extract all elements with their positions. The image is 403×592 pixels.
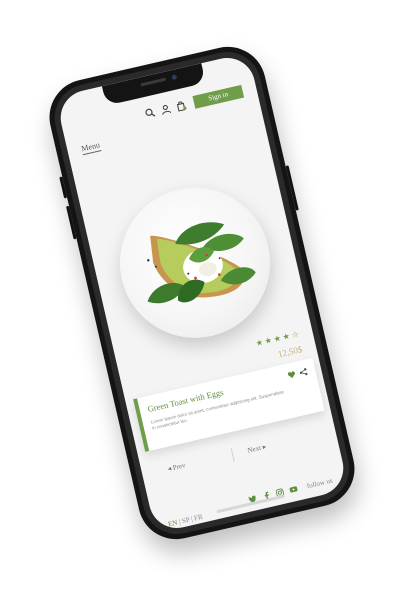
lang-en[interactable]: EN: [167, 519, 178, 529]
star-filled-icon[interactable]: ★: [264, 336, 273, 346]
page: Menu Sign in ★ ★ ★ ★ ☆ 12,50$ Green Toas…: [0, 0, 403, 592]
lang-sp[interactable]: SP: [181, 516, 190, 525]
prev-label: Prev: [171, 461, 187, 472]
product-price: 12,50$: [276, 344, 304, 360]
star-filled-icon[interactable]: ★: [255, 338, 264, 348]
star-filled-icon[interactable]: ★: [273, 334, 282, 344]
phone-speaker: [140, 77, 167, 87]
youtube-icon[interactable]: [288, 485, 298, 495]
follow-us-label: follow us: [306, 476, 334, 491]
star-filled-icon[interactable]: ★: [282, 331, 291, 341]
phone-mockup: Menu Sign in ★ ★ ★ ★ ☆ 12,50$ Green Toas…: [41, 39, 363, 547]
phone-camera: [171, 74, 178, 81]
caret-right-icon: ▸: [261, 442, 267, 452]
food-illustration: [147, 222, 256, 304]
pagination-divider: [230, 448, 235, 463]
next-label: Next: [246, 443, 262, 455]
heart-icon[interactable]: [287, 370, 297, 380]
star-empty-icon[interactable]: ☆: [291, 329, 300, 339]
dish-image: [105, 172, 285, 353]
next-button[interactable]: Next ▸: [247, 443, 267, 455]
prev-button[interactable]: ◂ Prev: [167, 461, 186, 473]
lang-fr[interactable]: FR: [193, 513, 203, 523]
share-icon[interactable]: [299, 367, 309, 377]
